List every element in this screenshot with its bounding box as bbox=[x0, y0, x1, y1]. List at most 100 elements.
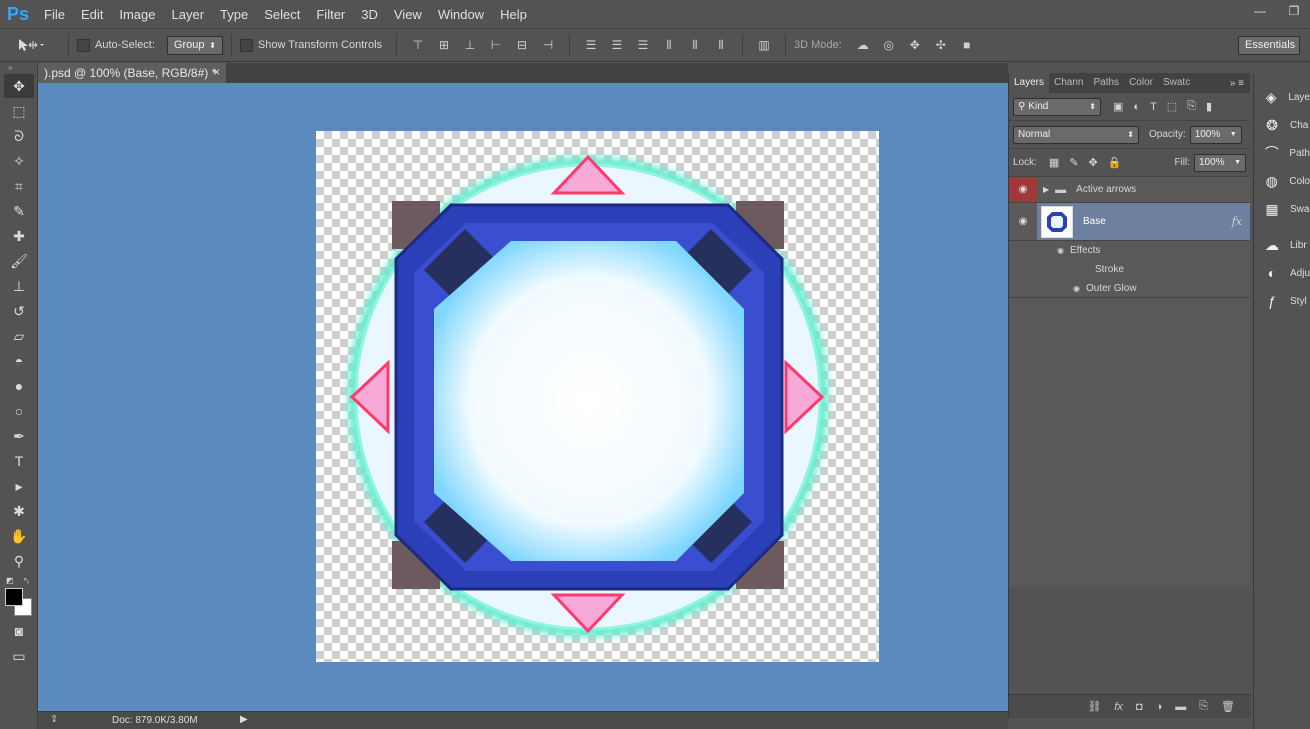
new-adjustment-icon[interactable]: ◑ bbox=[1156, 701, 1163, 713]
align-right-icon[interactable]: ⊣ bbox=[539, 37, 557, 53]
type-tool-icon[interactable]: T bbox=[4, 449, 34, 473]
hand-tool-icon[interactable]: ✋ bbox=[4, 524, 34, 548]
move-tool-preset[interactable] bbox=[0, 37, 60, 53]
dock-item-channels[interactable]: ❂ Cha bbox=[1254, 111, 1310, 139]
3d-slide-icon[interactable]: ✣ bbox=[932, 37, 950, 53]
magic-wand-tool-icon[interactable]: ✧ bbox=[4, 149, 34, 173]
workspace-switcher[interactable]: Essentials bbox=[1238, 35, 1300, 55]
filter-kind-dropdown[interactable]: ⚲ Kind ⬍ bbox=[1013, 97, 1101, 116]
dock-item-libraries[interactable]: ☁ Libr bbox=[1254, 231, 1310, 259]
tab-channels[interactable]: Chann bbox=[1049, 73, 1088, 93]
dock-item-color[interactable]: ◍ Colo bbox=[1254, 167, 1310, 195]
dock-item-layers[interactable]: ◈ Laye bbox=[1254, 83, 1310, 111]
zoom-tool-icon[interactable]: ⚲ bbox=[4, 549, 34, 573]
distribute-right-icon[interactable]: ⫴ bbox=[712, 37, 730, 53]
menu-select[interactable]: Select bbox=[256, 7, 308, 22]
new-layer-icon[interactable]: ⎘ bbox=[1199, 700, 1208, 713]
layer-row-selected[interactable]: ◉ Base fx bbox=[1009, 203, 1250, 241]
menu-layer[interactable]: Layer bbox=[164, 7, 213, 22]
auto-align-icon[interactable]: ▥ bbox=[755, 37, 773, 53]
eye-icon[interactable]: ◉ bbox=[1057, 246, 1064, 255]
distribute-bottom-icon[interactable]: ☰ bbox=[634, 37, 652, 53]
eraser-tool-icon[interactable]: ▱ bbox=[4, 324, 34, 348]
auto-select-dropdown[interactable]: Group ⬍ bbox=[166, 35, 223, 55]
lock-transparent-icon[interactable]: ▦ bbox=[1049, 156, 1059, 169]
show-transform-checkbox[interactable] bbox=[239, 38, 253, 52]
distribute-hcenter-icon[interactable]: ⫴ bbox=[686, 37, 704, 53]
lasso-tool-icon[interactable]: ᘐ bbox=[4, 124, 34, 148]
visibility-toggle[interactable]: ◉ bbox=[1009, 177, 1037, 202]
custom-shape-tool-icon[interactable]: ✱ bbox=[4, 499, 34, 523]
clone-stamp-tool-icon[interactable]: ⊥ bbox=[4, 274, 34, 298]
menu-3d[interactable]: 3D bbox=[353, 7, 386, 22]
delete-layer-icon[interactable]: 🗑 bbox=[1221, 700, 1235, 713]
document-canvas[interactable] bbox=[316, 131, 879, 662]
3d-roll-icon[interactable]: ◎ bbox=[880, 37, 898, 53]
distribute-vcenter-icon[interactable]: ☰ bbox=[608, 37, 626, 53]
lock-all-icon[interactable]: 🔒 bbox=[1108, 156, 1122, 169]
collapse-panel-icon[interactable]: » bbox=[0, 63, 37, 73]
dock-item-paths[interactable]: ⌒ Path bbox=[1254, 139, 1310, 167]
tab-color[interactable]: Color bbox=[1124, 73, 1158, 93]
filter-type-icon[interactable]: T bbox=[1150, 101, 1157, 113]
pen-tool-icon[interactable]: ✒ bbox=[4, 424, 34, 448]
dock-item-styles[interactable]: ƒ Styl bbox=[1254, 287, 1310, 315]
visibility-toggle[interactable]: ◉ bbox=[1009, 203, 1037, 240]
default-colors-icon[interactable]: ◩ bbox=[6, 576, 14, 585]
tab-paths[interactable]: Paths bbox=[1088, 73, 1124, 93]
menu-view[interactable]: View bbox=[386, 7, 430, 22]
distribute-left-icon[interactable]: ⫴ bbox=[660, 37, 678, 53]
menu-file[interactable]: File bbox=[36, 7, 73, 22]
effects-row[interactable]: ◉ Effects bbox=[1009, 241, 1250, 260]
paint-bucket-tool-icon[interactable]: ◓ bbox=[4, 349, 34, 373]
opacity-field[interactable]: 100% ▼ bbox=[1189, 125, 1242, 144]
dock-item-adjustments[interactable]: ◐ Adju bbox=[1254, 259, 1310, 287]
3d-scale-icon[interactable]: ■ bbox=[958, 37, 976, 53]
fx-badge[interactable]: fx bbox=[1232, 215, 1242, 228]
eye-icon[interactable]: ◉ bbox=[1073, 284, 1080, 293]
filter-shape-icon[interactable]: ⬚ bbox=[1167, 100, 1177, 113]
3d-orbit-icon[interactable]: ☁ bbox=[854, 37, 872, 53]
dodge-tool-icon[interactable]: ○ bbox=[4, 399, 34, 423]
menu-window[interactable]: Window bbox=[430, 7, 492, 22]
filter-toggle-icon[interactable]: ▮ bbox=[1206, 100, 1212, 113]
filter-adjustment-icon[interactable]: ◐ bbox=[1133, 101, 1140, 113]
menu-help[interactable]: Help bbox=[492, 7, 535, 22]
add-style-icon[interactable]: fx bbox=[1114, 701, 1123, 713]
new-group-icon[interactable]: ▬ bbox=[1175, 701, 1186, 713]
marquee-tool-icon[interactable]: ⬚ bbox=[4, 99, 34, 123]
blend-mode-dropdown[interactable]: Normal ⬍ bbox=[1013, 125, 1139, 144]
tab-layers[interactable]: Layers bbox=[1009, 73, 1050, 93]
menu-type[interactable]: Type bbox=[212, 7, 256, 22]
status-menu-arrow-icon[interactable]: ▶ bbox=[240, 714, 248, 725]
expand-arrow-icon[interactable]: ▶ bbox=[1043, 185, 1049, 194]
dock-item-swatches[interactable]: ▦ Swa bbox=[1254, 195, 1310, 223]
document-tab[interactable]: ).psd @ 100% (Base, RGB/8#) * × bbox=[38, 63, 226, 83]
share-icon[interactable]: ⇪ bbox=[50, 714, 58, 725]
brush-tool-icon[interactable]: 🖌 bbox=[4, 249, 34, 273]
panel-menu-icon[interactable]: » ≡ bbox=[1230, 78, 1250, 89]
path-selection-tool-icon[interactable]: ▸ bbox=[4, 474, 34, 498]
healing-brush-tool-icon[interactable]: ✚ bbox=[4, 224, 34, 248]
align-bottom-icon[interactable]: ⊥ bbox=[461, 37, 479, 53]
close-tab-icon[interactable]: × bbox=[213, 65, 220, 79]
menu-image[interactable]: Image bbox=[111, 7, 163, 22]
auto-select-checkbox[interactable] bbox=[77, 38, 90, 52]
tab-swatches[interactable]: Swatc bbox=[1158, 73, 1195, 93]
align-left-icon[interactable]: ⊢ bbox=[487, 37, 505, 53]
effect-outer-glow-row[interactable]: ◉ Outer Glow bbox=[1009, 279, 1250, 298]
swap-colors-icon[interactable]: ⤣ bbox=[24, 576, 29, 587]
blur-tool-icon[interactable]: ● bbox=[4, 374, 34, 398]
menu-filter[interactable]: Filter bbox=[308, 7, 353, 22]
link-layers-icon[interactable]: ⛓ bbox=[1087, 700, 1101, 713]
lock-position-icon[interactable]: ✥ bbox=[1089, 156, 1098, 169]
distribute-top-icon[interactable]: ☰ bbox=[582, 37, 600, 53]
filter-smart-object-icon[interactable]: ⎘ bbox=[1187, 100, 1196, 113]
lock-image-icon[interactable]: ✎ bbox=[1069, 156, 1078, 169]
history-brush-tool-icon[interactable]: ↺ bbox=[4, 299, 34, 323]
crop-tool-icon[interactable]: ⌗ bbox=[4, 174, 34, 198]
filter-pixel-icon[interactable]: ▣ bbox=[1113, 100, 1123, 113]
foreground-color-swatch[interactable] bbox=[5, 588, 23, 606]
minimize-button[interactable]: — bbox=[1248, 2, 1272, 20]
align-hcenter-icon[interactable]: ⊟ bbox=[513, 37, 531, 53]
